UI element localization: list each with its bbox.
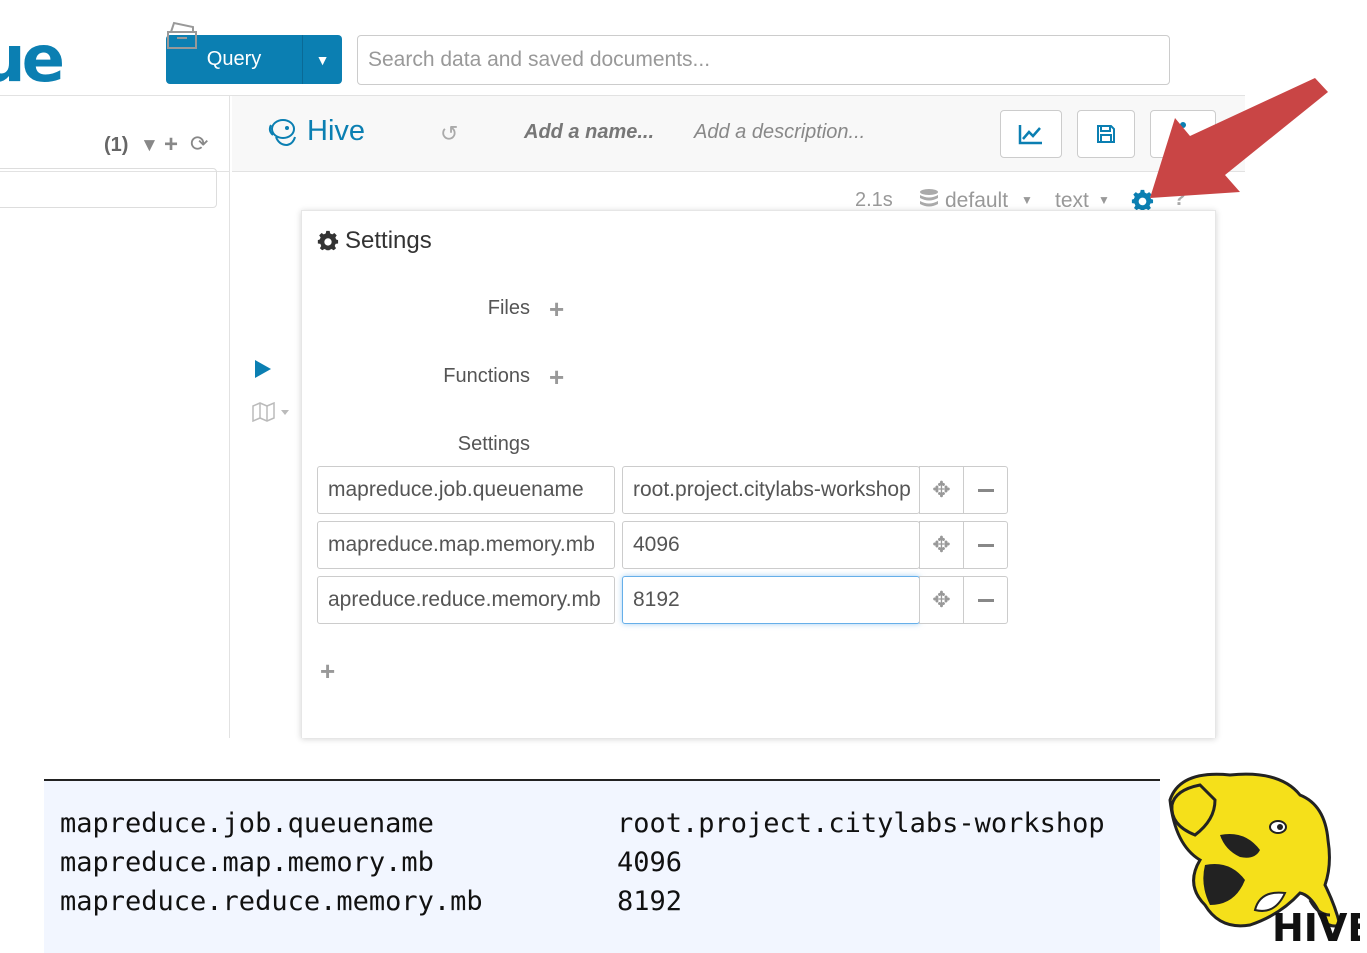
hive-elephant-bee-logo: HIVE	[1168, 772, 1360, 950]
save-button[interactable]	[1077, 110, 1135, 158]
database-caret-icon[interactable]: ▼	[1021, 193, 1033, 207]
left-filter-input[interactable]	[0, 168, 217, 208]
history-icon[interactable]: ↺	[440, 121, 458, 147]
minus-icon	[977, 488, 994, 492]
add-function-icon[interactable]: +	[549, 364, 564, 390]
minus-icon	[977, 543, 994, 547]
query-name-input[interactable]: Add a name...	[524, 121, 654, 144]
add-setting-icon[interactable]: +	[320, 658, 335, 684]
play-icon[interactable]	[255, 360, 271, 378]
functions-label: Functions	[443, 365, 530, 387]
setting-value-field[interactable]: 8192	[622, 576, 920, 624]
remove-setting-button[interactable]	[963, 521, 1008, 569]
setting-key-field[interactable]: mapreduce.map.memory.mb	[317, 521, 615, 569]
search-input[interactable]	[357, 35, 1170, 85]
execution-time: 2.1s	[855, 189, 893, 211]
annotation-arrow	[1150, 78, 1328, 198]
code-key: mapreduce.reduce.memory.mb	[60, 886, 483, 917]
code-value: 8192	[617, 886, 683, 917]
move-handle-icon[interactable]: ✥	[919, 576, 964, 624]
remove-setting-button[interactable]	[963, 466, 1008, 514]
hive-bee-icon	[268, 119, 296, 147]
chart-button[interactable]	[1000, 110, 1062, 158]
code-value: 4096	[617, 847, 683, 878]
filter-icon[interactable]: ▼	[140, 135, 159, 157]
database-icon	[920, 189, 938, 207]
files-label: Files	[487, 297, 530, 319]
floppy-disk-icon	[1097, 125, 1115, 143]
move-handle-icon[interactable]: ✥	[919, 521, 964, 569]
gear-icon	[317, 230, 339, 251]
map-icon[interactable]	[252, 402, 294, 422]
hue-logo[interactable]: ue	[0, 20, 65, 100]
code-value: root.project.citylabs-workshop	[617, 808, 1105, 839]
setting-value-field[interactable]: root.project.citylabs-workshop	[622, 466, 920, 514]
settings-panel-title: Settings	[317, 227, 432, 255]
setting-key-field[interactable]: apreduce.reduce.memory.mb	[317, 576, 615, 624]
add-icon[interactable]: +	[164, 131, 178, 159]
minus-icon	[977, 598, 994, 602]
hive-logo-text: HIVE	[1272, 906, 1360, 950]
refresh-icon[interactable]: ⟳	[190, 131, 208, 157]
query-dropdown-caret-icon[interactable]: ▼	[303, 35, 342, 84]
settings-title-text: Settings	[345, 227, 432, 254]
setting-key-field[interactable]: mapreduce.job.queuename	[317, 466, 615, 514]
add-file-icon[interactable]: +	[549, 296, 564, 322]
editor-engine-title: Hive	[307, 115, 366, 147]
documents-box-icon[interactable]	[165, 20, 199, 50]
format-caret-icon[interactable]: ▼	[1098, 193, 1110, 207]
code-key: mapreduce.job.queuename	[60, 808, 434, 839]
setting-value-field[interactable]: 4096	[622, 521, 920, 569]
move-handle-icon[interactable]: ✥	[919, 466, 964, 514]
item-count: (1)	[104, 134, 129, 156]
code-key: mapreduce.map.memory.mb	[60, 847, 434, 878]
query-description-input[interactable]: Add a description...	[694, 121, 865, 144]
remove-setting-button[interactable]	[963, 576, 1008, 624]
line-chart-icon	[1018, 125, 1042, 145]
settings-label: Settings	[457, 433, 530, 455]
